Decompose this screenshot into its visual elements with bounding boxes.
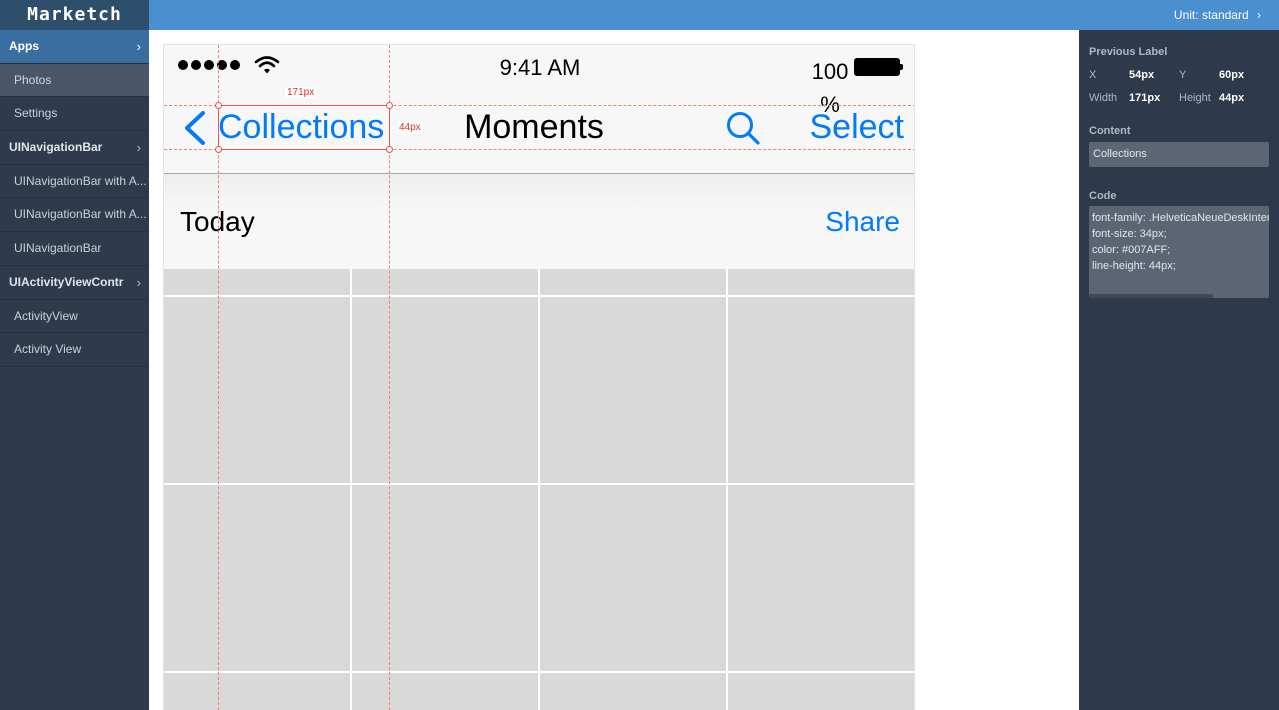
- sidebar-item-settings[interactable]: Settings: [0, 97, 149, 132]
- sidebar-item-label: UIActivityViewContr: [9, 274, 124, 289]
- height-value: 44px: [1219, 92, 1245, 104]
- photo-thumbnail[interactable]: [164, 485, 350, 671]
- height-label: Height: [1179, 92, 1211, 104]
- selection-handle: [215, 102, 222, 109]
- sidebar-item-uinavigationbar[interactable]: UINavigationBar: [0, 232, 149, 266]
- code-field[interactable]: font-family: .HelveticaNeueDeskInterface…: [1089, 206, 1269, 298]
- section-header: Today Share: [164, 174, 914, 269]
- selection-box: [218, 105, 390, 150]
- photo-thumbnail[interactable]: [352, 297, 538, 483]
- photo-thumbnail[interactable]: [540, 485, 726, 671]
- photo-thumbnail[interactable]: [728, 269, 914, 295]
- sidebar-item-uinavigationbar-with-a-1[interactable]: UINavigationBar with A...: [0, 165, 149, 199]
- battery-icon: [854, 58, 903, 76]
- photo-thumbnail[interactable]: [728, 485, 914, 671]
- photo-thumbnail[interactable]: [540, 297, 726, 483]
- photo-thumbnail[interactable]: [164, 673, 350, 710]
- photo-thumbnail[interactable]: [728, 297, 914, 483]
- photo-thumbnail[interactable]: [164, 297, 350, 483]
- sidebar-item-label: Apps: [9, 39, 39, 53]
- photo-thumbnail[interactable]: [352, 485, 538, 671]
- unit-value: standard: [1201, 8, 1249, 22]
- nav-title: Moments: [464, 108, 604, 146]
- photo-thumbnail[interactable]: [540, 673, 726, 710]
- width-measurement: 171px: [285, 87, 317, 98]
- app-brand: Marketch: [0, 0, 149, 30]
- sidebar-item-label: Activity View: [14, 342, 82, 357]
- back-chevron-icon[interactable]: [182, 111, 208, 145]
- sidebar-item-activity-view[interactable]: Activity View: [0, 333, 149, 367]
- chevron-right-icon: ›: [136, 274, 141, 290]
- x-value: 54px: [1129, 69, 1155, 81]
- photo-thumbnail[interactable]: [540, 269, 726, 295]
- y-label: Y: [1179, 69, 1187, 81]
- x-label: X: [1089, 69, 1097, 81]
- canvas: 9:41 AM 100 % Collections Moments Select…: [149, 30, 1079, 710]
- sidebar-item-label: Photos: [14, 72, 52, 87]
- photo-thumbnail[interactable]: [164, 269, 350, 295]
- unit-selector[interactable]: Unit: standard ›: [1174, 0, 1261, 30]
- status-time: 9:41 AM: [499, 55, 581, 80]
- sidebar-item-label: UINavigationBar: [14, 241, 102, 256]
- artboard: 9:41 AM 100 % Collections Moments Select…: [163, 44, 915, 710]
- code-line: line-height: 44px;: [1092, 260, 1176, 272]
- sidebar-group-uiactivityviewcontroller[interactable]: UIActivityViewContr ›: [0, 266, 149, 300]
- photo-thumbnail[interactable]: [352, 269, 538, 295]
- selection-handle: [215, 146, 222, 153]
- status-bar: 9:41 AM 100 %: [164, 45, 914, 117]
- select-button[interactable]: Select: [804, 105, 905, 149]
- width-value: 171px: [1129, 92, 1161, 104]
- chevron-right-icon: ›: [1257, 8, 1261, 22]
- chevron-right-icon: ›: [136, 39, 141, 54]
- previous-label-title: Previous Label: [1089, 46, 1168, 58]
- code-line: font-size: 34px;: [1092, 228, 1167, 240]
- photo-thumbnail[interactable]: [352, 673, 538, 710]
- code-line: font-family: .HelveticaNeueDeskInterface: [1092, 212, 1269, 224]
- sidebar-group-apps[interactable]: Apps ›: [0, 30, 149, 64]
- photo-grid: [164, 269, 914, 710]
- unit-label: Unit:: [1173, 8, 1199, 22]
- selection-handle: [386, 102, 393, 109]
- sidebar-item-label: Settings: [14, 106, 58, 121]
- height-measurement: 44px: [397, 122, 423, 133]
- sidebar-group-uinavigationbar[interactable]: UINavigationBar ›: [0, 131, 149, 165]
- selection-handle: [386, 146, 393, 153]
- sidebar-item-label: UINavigationBar with A...: [14, 173, 147, 188]
- sidebar-item-photos[interactable]: Photos: [0, 63, 149, 98]
- code-line: color: #007AFF;: [1092, 244, 1171, 256]
- sidebar-item-label: UINavigationBar: [9, 140, 103, 155]
- width-label: Width: [1089, 92, 1118, 104]
- code-title: Code: [1089, 190, 1117, 202]
- sidebar-item-activityview[interactable]: ActivityView: [0, 300, 149, 334]
- chevron-right-icon: ›: [136, 140, 141, 156]
- search-icon[interactable]: [724, 110, 764, 146]
- content-title: Content: [1089, 125, 1131, 137]
- photo-thumbnail[interactable]: [728, 673, 914, 710]
- sidebar-item-label: ActivityView: [14, 308, 78, 323]
- horizontal-scrollbar[interactable]: [1089, 294, 1213, 298]
- top-bar: Marketch Unit: standard ›: [0, 0, 1279, 30]
- inspector-panel: Previous Label X 54px Y 60px Width 171px…: [1079, 30, 1279, 710]
- y-value: 60px: [1219, 69, 1245, 81]
- content-field[interactable]: Collections: [1089, 142, 1269, 167]
- sidebar-item-uinavigationbar-with-a-2[interactable]: UINavigationBar with A...: [0, 198, 149, 233]
- sidebar: Apps › Photos Settings UINavigationBar ›…: [0, 30, 149, 710]
- share-button[interactable]: Share: [825, 206, 900, 238]
- sidebar-item-label: UINavigationBar with A...: [14, 207, 147, 222]
